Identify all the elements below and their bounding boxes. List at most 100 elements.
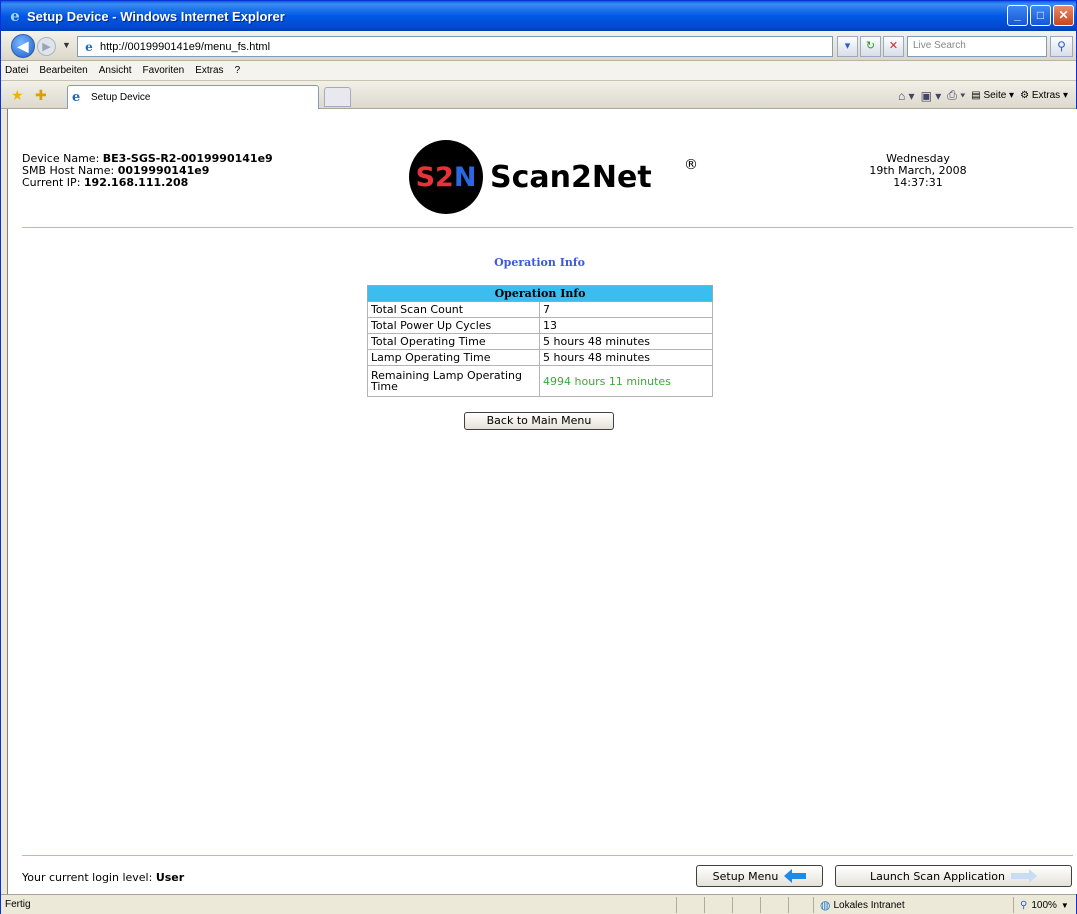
ie-icon: e <box>10 7 20 25</box>
search-input[interactable]: Live Search <box>907 36 1047 57</box>
logo-registered: ® <box>684 157 698 173</box>
refresh-icon[interactable]: ↻ <box>860 36 881 57</box>
address-field[interactable]: e http://0019990141e9/menu_fs.html <box>77 36 833 57</box>
status-pane <box>704 897 732 913</box>
security-zone-label: Lokales Intranet <box>833 899 905 911</box>
tab-bar: ★ ✚ e Setup Device ⌂ ▾ ▣ ▾ ⎙ ▾ ▤ Seite ▾… <box>1 81 1076 109</box>
current-ip-line: Current IP: 192.168.111.208 <box>22 177 273 189</box>
zoom-icon: ⚲ <box>1020 899 1028 911</box>
close-button[interactable]: ✕ <box>1053 5 1074 26</box>
menu-item-file[interactable]: Datei <box>5 65 28 76</box>
stop-icon[interactable]: ✕ <box>883 36 904 57</box>
launch-scan-application-label: Launch Scan Application <box>869 869 1006 883</box>
title-bar: e Setup Device - Windows Internet Explor… <box>1 1 1076 31</box>
menu-item-edit[interactable]: Bearbeiten <box>39 65 87 76</box>
status-pane <box>788 897 816 913</box>
setup-menu-label: Setup Menu <box>712 869 779 883</box>
history-dropdown-icon[interactable]: ▼ <box>62 40 71 50</box>
table-header-row: Operation Info <box>367 285 713 302</box>
address-buttons: ▾ ↻ ✕ <box>837 36 904 57</box>
top-divider <box>22 227 1073 228</box>
status-pane <box>732 897 760 913</box>
address-url: http://0019990141e9/menu_fs.html <box>100 40 271 53</box>
tab-setup-device[interactable]: e Setup Device <box>67 85 319 109</box>
row-value: 13 <box>539 317 713 334</box>
address-bar: ◀ ▶ ▼ e http://0019990141e9/menu_fs.html… <box>1 31 1076 61</box>
tab-label: Setup Device <box>91 92 151 103</box>
print-icon[interactable]: ⎙ ▾ <box>947 88 965 103</box>
menu-bar: Datei Bearbeiten Ansicht Favoriten Extra… <box>1 61 1076 81</box>
new-tab-button[interactable] <box>324 87 351 107</box>
search-icon[interactable]: ⚲ <box>1050 36 1073 57</box>
status-bar: Fertig ◍ Lokales Intranet ⚲ 100% ▼ <box>1 894 1076 914</box>
page-content: Device Name: BE3-SGS-R2-0019990141e9 SMB… <box>7 109 1077 894</box>
menu-item-tools[interactable]: Extras <box>195 65 223 76</box>
status-text: Fertig <box>5 899 31 910</box>
security-zone[interactable]: ◍ Lokales Intranet <box>813 897 1013 913</box>
page-menu[interactable]: ▤ Seite ▾ <box>971 90 1014 101</box>
command-bar: ⌂ ▾ ▣ ▾ ⎙ ▾ ▤ Seite ▾ ⚙ Extras ▾ <box>898 88 1068 103</box>
current-ip: 192.168.111.208 <box>83 176 189 189</box>
login-level-value: User <box>155 871 185 884</box>
menu-item-view[interactable]: Ansicht <box>99 65 132 76</box>
zoom-control[interactable]: ⚲ 100% ▼ <box>1013 897 1075 913</box>
menu-item-help[interactable]: ? <box>235 65 241 76</box>
device-info: Device Name: BE3-SGS-R2-0019990141e9 SMB… <box>22 153 273 189</box>
window-controls: _ □ ✕ <box>1007 5 1074 26</box>
page-icon: e <box>85 39 93 54</box>
menu-item-favorites[interactable]: Favoriten <box>143 65 185 76</box>
favorites-star-icon[interactable]: ★ <box>11 87 24 104</box>
row-label: Total Power Up Cycles <box>367 317 540 334</box>
launch-scan-application-button[interactable]: Launch Scan Application <box>835 865 1072 887</box>
back-arrow-icon[interactable]: ◀ <box>11 34 35 58</box>
status-pane <box>676 897 704 913</box>
login-level-label: Your current login level: <box>22 871 153 884</box>
home-icon[interactable]: ⌂ ▾ <box>898 89 915 103</box>
page-title: Operation Info <box>494 256 585 269</box>
logo-mark: S2N <box>416 162 477 193</box>
table-row: Total Scan Count 7 <box>367 301 713 318</box>
table-row: Lamp Operating Time 5 hours 48 minutes <box>367 349 713 366</box>
row-label: Lamp Operating Time <box>367 349 540 366</box>
window-title: Setup Device - Windows Internet Explorer <box>27 8 285 24</box>
scan2net-logo: S2N Scan2Net ® <box>409 140 698 214</box>
logo-text: Scan2Net <box>490 160 652 195</box>
minimize-button[interactable]: _ <box>1007 5 1028 26</box>
browser-window: e Setup Device - Windows Internet Explor… <box>0 0 1077 914</box>
row-value: 5 hours 48 minutes <box>539 349 713 366</box>
address-dropdown-icon[interactable]: ▾ <box>837 36 858 57</box>
arrow-left-icon <box>784 869 807 883</box>
date-time: Wednesday 19th March, 2008 14:37:31 <box>828 153 1008 189</box>
row-label: Total Scan Count <box>367 301 540 318</box>
add-favorites-icon[interactable]: ✚ <box>35 87 47 104</box>
maximize-button[interactable]: □ <box>1030 5 1051 26</box>
arrow-right-icon <box>1011 869 1038 883</box>
tools-menu[interactable]: ⚙ Extras ▾ <box>1020 90 1068 101</box>
table-header: Operation Info <box>367 285 713 302</box>
row-label: Total Operating Time <box>367 333 540 350</box>
login-level: Your current login level: User <box>22 871 184 884</box>
tab-ie-icon: e <box>72 90 81 105</box>
operation-info-table: Operation Info Total Scan Count 7 Total … <box>367 285 713 397</box>
row-value: 7 <box>539 301 713 318</box>
feeds-icon[interactable]: ▣ ▾ <box>921 89 942 103</box>
row-label: Remaining Lamp Operating Time <box>367 365 540 397</box>
setup-menu-button[interactable]: Setup Menu <box>696 865 823 887</box>
zoom-dropdown-icon: ▼ <box>1060 900 1069 910</box>
status-pane <box>760 897 788 913</box>
row-value: 4994 hours 11 minutes <box>539 365 713 397</box>
table-row: Remaining Lamp Operating Time 4994 hours… <box>367 365 713 397</box>
bottom-divider <box>22 855 1073 856</box>
tools-menu-label: Extras <box>1031 90 1061 101</box>
back-to-main-menu-button[interactable]: Back to Main Menu <box>464 412 614 430</box>
forward-arrow-icon[interactable]: ▶ <box>37 37 56 56</box>
table-row: Total Power Up Cycles 13 <box>367 317 713 334</box>
table-row: Total Operating Time 5 hours 48 minutes <box>367 333 713 350</box>
page-menu-label: Seite <box>983 90 1007 101</box>
row-value: 5 hours 48 minutes <box>539 333 713 350</box>
zoom-level: 100% <box>1031 899 1057 911</box>
time: 14:37:31 <box>893 176 943 189</box>
intranet-globe-icon: ◍ <box>820 898 831 912</box>
current-ip-label: Current IP: <box>22 176 81 189</box>
status-panes <box>676 897 816 913</box>
